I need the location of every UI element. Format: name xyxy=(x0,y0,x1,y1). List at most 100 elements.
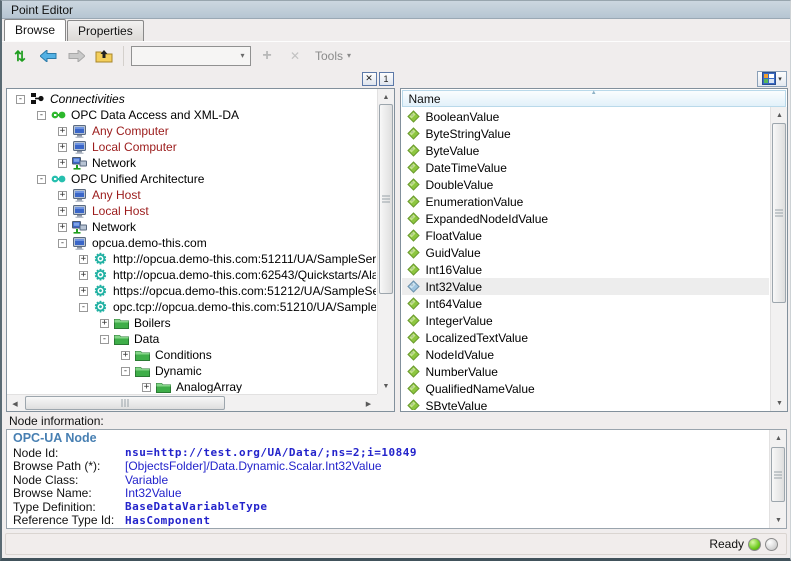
tree-item[interactable]: -opcua.demo-this.com xyxy=(8,235,376,251)
scroll-up-icon[interactable]: ▲ xyxy=(771,107,788,123)
back-button[interactable] xyxy=(36,45,60,67)
list-item[interactable]: NumberValue xyxy=(402,363,770,380)
tree-item[interactable]: +AnalogArray xyxy=(8,379,376,393)
tools-menu-button[interactable]: Tools ▾ xyxy=(311,49,355,63)
list-item[interactable]: IntegerValue xyxy=(402,312,770,329)
expand-icon[interactable]: + xyxy=(79,271,88,280)
list-item[interactable]: QualifiedNameValue xyxy=(402,380,770,397)
tree-item[interactable]: -Dynamic xyxy=(8,363,376,379)
up-one-level-button[interactable] xyxy=(92,45,116,67)
scroll-right-icon[interactable]: ▶ xyxy=(361,395,377,412)
list-vertical-scrollbar[interactable]: ▲ ▼ xyxy=(770,107,787,411)
tree-item[interactable]: +Network xyxy=(8,219,376,235)
scroll-up-icon[interactable]: ▲ xyxy=(770,430,787,446)
name-column-header[interactable]: ▲ Name xyxy=(402,90,787,107)
expand-icon[interactable]: + xyxy=(58,223,67,232)
expand-icon[interactable]: + xyxy=(79,255,88,264)
one-icon: 1 xyxy=(383,74,388,84)
tree-item[interactable]: -⚙opc.tcp://opcua.demo-this.com:51210/UA… xyxy=(8,299,376,315)
expand-icon[interactable]: + xyxy=(100,319,109,328)
expand-icon[interactable]: + xyxy=(58,191,67,200)
tab-browse-label: Browse xyxy=(15,23,55,37)
list-vscroll-thumb[interactable] xyxy=(772,123,786,303)
expand-icon[interactable]: + xyxy=(79,287,88,296)
scroll-down-icon[interactable]: ▼ xyxy=(378,378,395,394)
network-icon xyxy=(71,221,88,234)
expand-icon[interactable]: + xyxy=(58,143,67,152)
connect-icon xyxy=(29,93,46,105)
tree-item[interactable]: -Connectivities xyxy=(8,91,376,107)
list-item[interactable]: LocalizedTextValue xyxy=(402,329,770,346)
node-info-row: Node Class:Variable xyxy=(13,473,769,487)
collapse-icon[interactable]: - xyxy=(58,239,67,248)
tree-item[interactable]: +Conditions xyxy=(8,347,376,363)
collapse-icon[interactable]: - xyxy=(37,175,46,184)
list-item[interactable]: ExpandedNodeIdValue xyxy=(402,210,770,227)
tree-item[interactable]: + Any Host xyxy=(8,187,376,203)
expand-icon[interactable]: + xyxy=(121,351,130,360)
add-button[interactable]: + xyxy=(255,45,279,67)
nodeinfo-vscroll-thumb[interactable] xyxy=(771,447,785,502)
view-mode-button[interactable]: ▾ xyxy=(757,71,787,87)
list-item[interactable]: DoubleValue xyxy=(402,176,770,193)
panel-close-button[interactable]: ✕ xyxy=(362,72,377,86)
expand-icon[interactable]: + xyxy=(58,207,67,216)
list-item[interactable]: ByteValue xyxy=(402,142,770,159)
tag-icon xyxy=(406,246,422,259)
node-info-rows: Node Id:nsu=http://test.org/UA/Data/;ns=… xyxy=(13,446,769,527)
tree-item[interactable]: -OPC Data Access and XML-DA xyxy=(8,107,376,123)
tree-item[interactable]: -OPC Unified Architecture xyxy=(8,171,376,187)
forward-button[interactable] xyxy=(64,45,88,67)
tree-item-label: Data xyxy=(134,332,159,346)
list-item[interactable]: Int16Value xyxy=(402,261,770,278)
list-item[interactable]: ByteStringValue xyxy=(402,125,770,142)
tree-item[interactable]: +Local Computer xyxy=(8,139,376,155)
tab-browse[interactable]: Browse xyxy=(4,19,66,41)
tree-item[interactable]: +⚙http://opcua.demo-this.com:62543/Quick… xyxy=(8,267,376,283)
tag-icon xyxy=(406,229,422,242)
collapse-icon[interactable]: - xyxy=(37,111,46,120)
list-item[interactable]: FloatValue xyxy=(402,227,770,244)
list-item[interactable]: GuidValue xyxy=(402,244,770,261)
tree-hscroll-thumb[interactable] xyxy=(25,396,225,410)
tree-item[interactable]: +Network xyxy=(8,155,376,171)
tree-item[interactable]: - Data xyxy=(8,331,376,347)
collapse-icon[interactable]: - xyxy=(16,95,25,104)
tag-icon xyxy=(406,382,422,395)
scroll-down-icon[interactable]: ▼ xyxy=(770,512,787,528)
tree-item[interactable]: +⚙https://opcua.demo-this.com:51212/UA/S… xyxy=(8,283,376,299)
tree-vscroll-thumb[interactable] xyxy=(379,104,393,294)
panel-one-button[interactable]: 1 xyxy=(379,72,394,86)
tree-item-label: Any Host xyxy=(92,188,141,202)
scroll-up-icon[interactable]: ▲ xyxy=(378,89,395,105)
tree-item[interactable]: +⚙http://opcua.demo-this.com:51211/UA/Sa… xyxy=(8,251,376,267)
tree-item[interactable]: +Boilers xyxy=(8,315,376,331)
collapse-icon[interactable]: - xyxy=(100,335,109,344)
scroll-down-icon[interactable]: ▼ xyxy=(771,395,788,411)
tree-vertical-scrollbar[interactable]: ▲ ▼ xyxy=(377,89,394,394)
address-combobox[interactable]: ▾ xyxy=(131,46,251,66)
tree-horizontal-scrollbar[interactable]: ◀ ▶ xyxy=(7,394,377,411)
expand-icon[interactable]: + xyxy=(58,127,67,136)
refresh-button[interactable]: ⇅ xyxy=(8,45,32,67)
list-item[interactable]: Int64Value xyxy=(402,295,770,312)
collapse-icon[interactable]: - xyxy=(79,303,88,312)
list-item[interactable]: EnumerationValue xyxy=(402,193,770,210)
collapse-icon[interactable]: - xyxy=(121,367,130,376)
tree-item[interactable]: +Local Host xyxy=(8,203,376,219)
list-item[interactable]: BooleanValue xyxy=(402,108,770,125)
delete-button[interactable]: ✕ xyxy=(283,45,307,67)
list-item[interactable]: DateTimeValue xyxy=(402,159,770,176)
expand-icon[interactable]: + xyxy=(58,159,67,168)
list-item[interactable]: Int32Value xyxy=(402,278,770,295)
list-item[interactable]: NodeIdValue xyxy=(402,346,770,363)
tree-item[interactable]: +Any Computer xyxy=(8,123,376,139)
window-title: Point Editor xyxy=(11,3,73,17)
expand-icon[interactable]: + xyxy=(142,383,151,392)
list-item[interactable]: SByteValue xyxy=(402,397,770,410)
tag-icon xyxy=(406,297,422,310)
nodeinfo-vertical-scrollbar[interactable]: ▲ ▼ xyxy=(769,430,786,528)
scroll-left-icon[interactable]: ◀ xyxy=(7,395,23,412)
tab-properties[interactable]: Properties xyxy=(67,20,144,41)
computer-icon xyxy=(71,205,88,218)
